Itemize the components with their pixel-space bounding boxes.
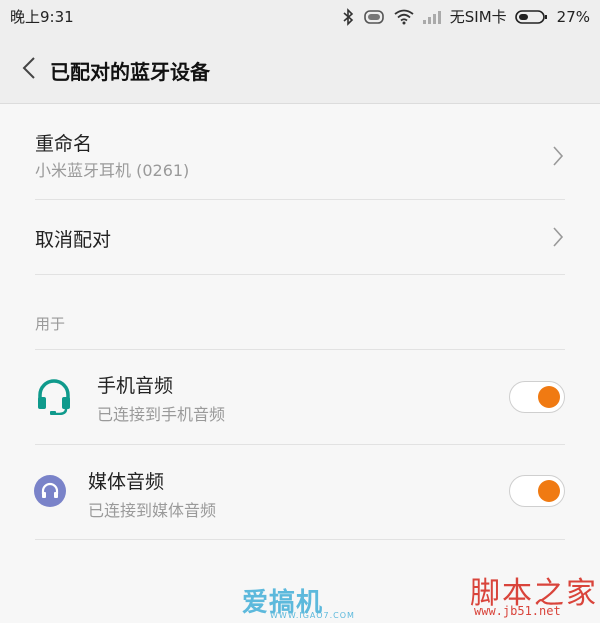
- media-audio-status: 已连接到媒体音频: [88, 501, 217, 520]
- headphones-icon: [34, 475, 66, 511]
- chevron-right-icon: [551, 226, 565, 248]
- bluetooth-icon: [342, 7, 354, 26]
- media-audio-row: 媒体音频 已连接到媒体音频: [88, 465, 568, 525]
- divider: [35, 274, 565, 275]
- signal-icon: [422, 10, 442, 24]
- toggle-knob: [538, 480, 560, 502]
- settings-list: 重命名 小米蓝牙耳机 (0261) 取消配对 用于 手机音频 已连接到手机音频 …: [0, 105, 600, 623]
- unpair-label: 取消配对: [35, 229, 112, 251]
- chevron-left-icon[interactable]: [18, 54, 42, 82]
- jb51-url: www.jb51.net: [474, 604, 561, 618]
- unpair-row[interactable]: 取消配对: [35, 215, 565, 259]
- media-audio-toggle[interactable]: [509, 475, 565, 507]
- phone-audio-row: 手机音频 已连接到手机音频: [97, 369, 567, 429]
- divider: [35, 444, 565, 445]
- rename-row[interactable]: 重命名 小米蓝牙耳机 (0261): [35, 125, 565, 195]
- phone-audio-toggle[interactable]: [509, 381, 565, 413]
- phone-audio-status: 已连接到手机音频: [97, 405, 226, 424]
- divider: [35, 349, 565, 350]
- headset-icon: [36, 379, 72, 419]
- device-name: 小米蓝牙耳机 (0261): [35, 161, 190, 180]
- screen: 晚上9:31 无SIM卡 27% 已配对的蓝牙设备 重命名 小米蓝牙耳机 (02…: [0, 0, 600, 623]
- chevron-right-icon: [551, 145, 565, 167]
- rename-label: 重命名: [35, 133, 93, 155]
- toggle-knob: [538, 386, 560, 408]
- divider: [35, 199, 565, 200]
- battery-percent: 27%: [556, 7, 590, 26]
- vibrate-icon: [362, 9, 386, 24]
- phone-audio-label: 手机音频: [97, 375, 174, 397]
- media-audio-label: 媒体音频: [88, 471, 165, 493]
- status-time: 晚上9:31: [10, 8, 74, 26]
- divider: [35, 539, 565, 540]
- header: 已配对的蓝牙设备: [0, 32, 600, 104]
- wifi-icon: [394, 9, 414, 25]
- status-icons: 无SIM卡 27%: [342, 6, 590, 27]
- aigaoji-url: WWW.IGAO7.COM: [270, 611, 355, 620]
- battery-icon: [514, 9, 549, 25]
- status-bar: 晚上9:31 无SIM卡 27%: [0, 0, 600, 32]
- carrier-label: 无SIM卡: [449, 8, 507, 26]
- section-label-used-for: 用于: [35, 315, 66, 333]
- page-title: 已配对的蓝牙设备: [50, 60, 210, 84]
